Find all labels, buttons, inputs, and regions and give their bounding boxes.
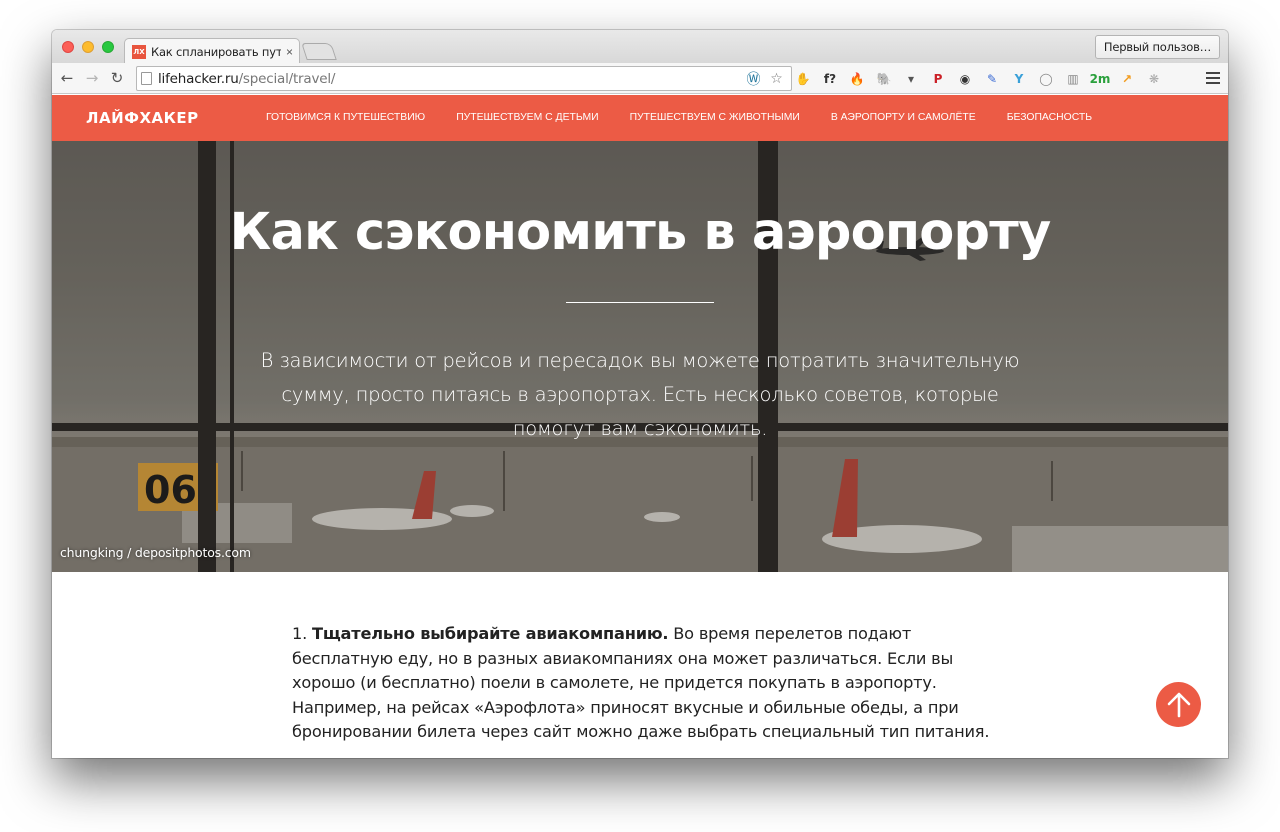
url-text: lifehacker.ru/special/travel/ <box>158 70 336 87</box>
circle-icon[interactable]: ◯ <box>1037 70 1055 88</box>
tab-title: Как спланировать путеше <box>151 44 281 59</box>
nav-link-prepare[interactable]: ГОТОВИМСЯ К ПУТЕШЕСТВИЮ <box>266 112 425 123</box>
adblock-icon[interactable]: ✋ <box>794 70 812 88</box>
evernote-icon[interactable]: 🐘 <box>875 70 893 88</box>
chart-icon[interactable]: ↗ <box>1118 70 1136 88</box>
article-paragraph: 1. Тщательно выбирайте авиакомпанию. Во … <box>292 622 992 745</box>
tab-close-icon[interactable]: × <box>286 45 293 59</box>
profile-button[interactable]: Первый пользов… <box>1094 35 1220 59</box>
wordpress-icon[interactable]: Ⓦ <box>745 70 762 88</box>
browser-toolbar: ← → ↻ lifehacker.ru/special/travel/ Ⓦ ☆ … <box>52 63 1228 94</box>
site-nav: ГОТОВИМСЯ К ПУТЕШЕСТВИЮ ПУТЕШЕСТВУЕМ С Д… <box>266 112 1092 123</box>
screen: ЛХ Как спланировать путеше × Первый поль… <box>0 0 1280 832</box>
nav-link-kids[interactable]: ПУТЕШЕСТВУЕМ С ДЕТЬМИ <box>456 112 598 123</box>
site-header: ЛАЙФХАКЕР ГОТОВИМСЯ К ПУТЕШЕСТВИЮ ПУТЕШЕ… <box>52 95 1228 141</box>
minimize-window-button[interactable] <box>82 41 94 53</box>
tab-strip: ЛХ Как спланировать путеше × Первый поль… <box>52 30 1228 64</box>
omnibox-icons: Ⓦ ☆ <box>745 70 785 88</box>
address-bar[interactable]: lifehacker.ru/special/travel/ Ⓦ ☆ <box>136 66 792 91</box>
pinterest-icon[interactable]: P <box>929 70 947 88</box>
y-icon[interactable]: Y <box>1010 70 1028 88</box>
eyedropper-icon[interactable]: ✎ <box>983 70 1001 88</box>
nav-link-pets[interactable]: ПУТЕШЕСТВУЕМ С ЖИВОТНЫМИ <box>630 112 800 123</box>
pocket-icon[interactable]: ▾ <box>902 70 920 88</box>
favicon-icon: ЛХ <box>132 44 146 59</box>
page-icon <box>141 72 152 85</box>
new-tab-button[interactable] <box>301 43 337 60</box>
hero-title: Как сэкономить в аэропорту <box>229 203 1052 262</box>
zoom-window-button[interactable] <box>102 41 114 53</box>
site-logo[interactable]: ЛАЙФХАКЕР <box>86 109 199 127</box>
scroll-to-top-button[interactable] <box>1156 682 1201 727</box>
back-button[interactable]: ← <box>58 69 76 87</box>
nav-link-airport[interactable]: В АЭРОПОРТУ И САМОЛЁТЕ <box>831 112 976 123</box>
reload-button[interactable]: ↻ <box>108 69 126 87</box>
fire-icon[interactable]: 🔥 <box>848 70 866 88</box>
browser-window: ЛХ Как спланировать путеше × Первый поль… <box>52 30 1228 758</box>
browser-tab[interactable]: ЛХ Как спланировать путеше × <box>124 38 300 64</box>
camera-icon[interactable]: ◉ <box>956 70 974 88</box>
hero-subtitle: В зависимости от рейсов и пересадок вы м… <box>260 349 1020 440</box>
reader-icon[interactable]: ▥ <box>1064 70 1082 88</box>
font-icon[interactable]: f? <box>821 70 839 88</box>
item-heading: Тщательно выбирайте авиакомпанию. <box>312 624 669 643</box>
hero-divider <box>566 302 714 303</box>
close-window-button[interactable] <box>62 41 74 53</box>
arrow-up-icon <box>1167 692 1190 717</box>
photo-credit[interactable]: chungking / depositphotos.com <box>60 545 251 560</box>
forward-button[interactable]: → <box>83 69 101 87</box>
extensions-bar: ✋ f? 🔥 🐘 ▾ P ◉ ✎ Y ◯ ▥ 2m ↗ ❋ <box>794 70 1163 88</box>
star-icon[interactable]: ☆ <box>768 70 785 87</box>
timer-icon[interactable]: 2m <box>1090 70 1111 88</box>
item-number: 1. <box>292 624 308 643</box>
paw-icon[interactable]: ❋ <box>1145 70 1163 88</box>
menu-icon[interactable] <box>1206 71 1220 85</box>
hero-banner: 06 Как сэкономить в аэропорту В зависимо… <box>52 141 1228 572</box>
nav-link-safety[interactable]: БЕЗОПАСНОСТЬ <box>1007 112 1092 123</box>
